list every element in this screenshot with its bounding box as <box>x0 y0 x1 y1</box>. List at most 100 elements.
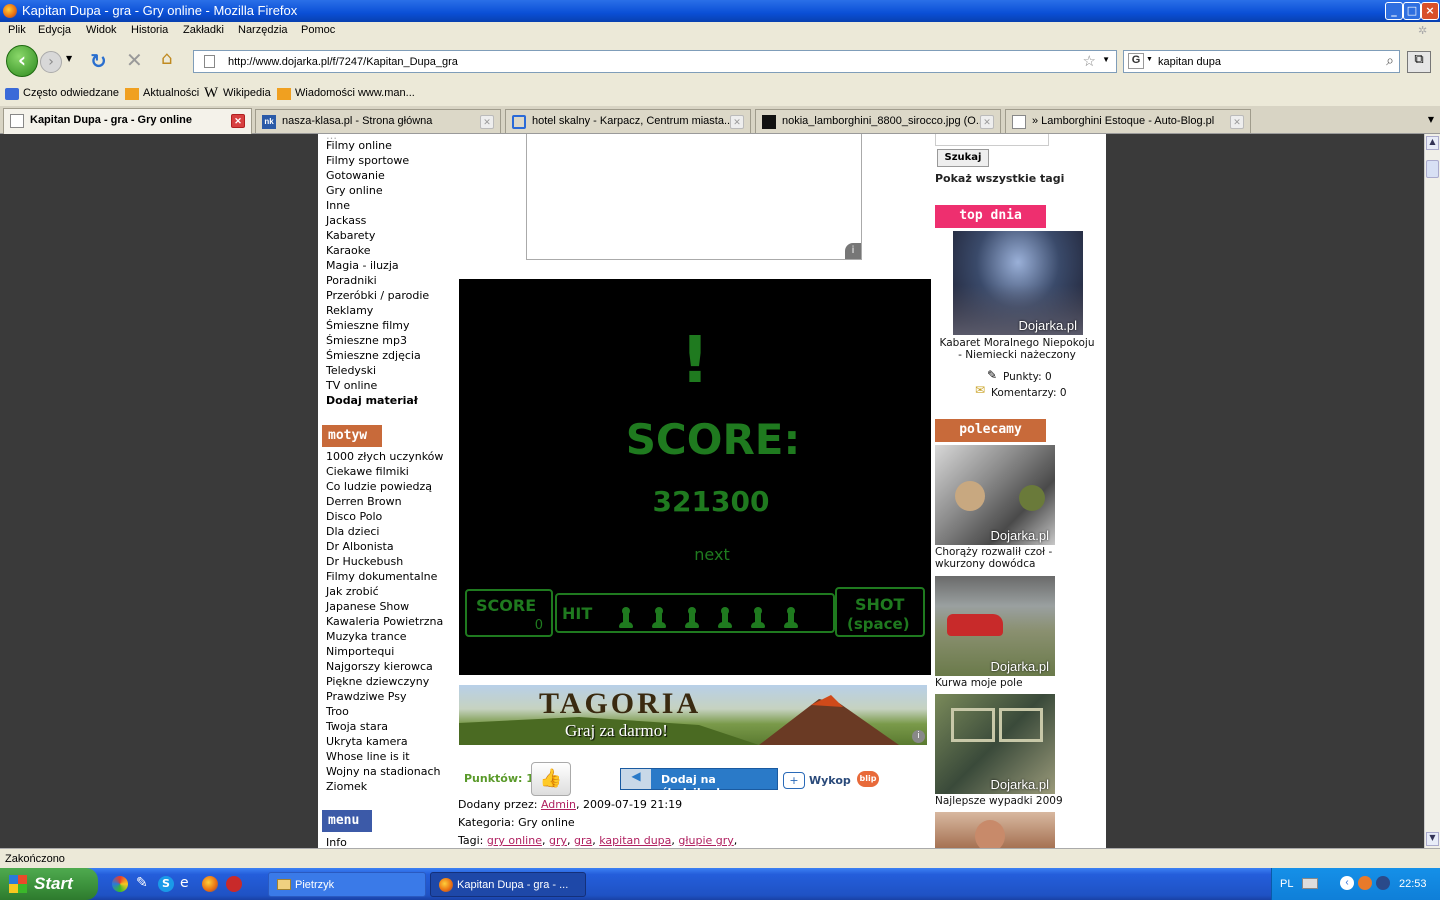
bookmark-item[interactable]: Często odwiedzane <box>23 87 119 99</box>
app-icon[interactable] <box>226 876 242 892</box>
menu-zakladki[interactable]: Zakładki <box>183 24 224 36</box>
motyw-link[interactable]: Dla dzieci <box>326 525 379 538</box>
search-button[interactable]: Szukaj <box>937 149 989 167</box>
tag-link[interactable]: kapitan dupa <box>599 834 671 847</box>
search-engine-icon[interactable]: G <box>1128 53 1144 69</box>
thumbs-up-button[interactable]: 👍 <box>531 762 571 796</box>
category-link[interactable]: Karaoke <box>326 244 371 257</box>
motyw-link[interactable]: 1000 złych uczynków <box>326 450 443 463</box>
menu-pomoc[interactable]: Pomoc <box>301 24 335 36</box>
tag-link[interactable]: głupie gry <box>678 834 733 847</box>
motyw-link[interactable]: Disco Polo <box>326 510 382 523</box>
tag-link[interactable]: gra <box>574 834 592 847</box>
bookmark-item[interactable]: Wiadomości www.man... <box>295 87 415 99</box>
motyw-link[interactable]: Derren Brown <box>326 495 402 508</box>
close-tab-icon[interactable]: ✕ <box>480 115 494 129</box>
rec-thumbnail-4[interactable] <box>935 812 1055 848</box>
search-input[interactable]: G ▼ kapitan dupa ⌕ <box>1123 50 1400 73</box>
category-link[interactable]: Magia - iluzja <box>326 259 399 272</box>
back-button[interactable]: ‹ <box>6 45 38 77</box>
category-link[interactable]: Przeróbki / parodie <box>326 289 429 302</box>
menu-plik[interactable]: Plik <box>8 24 26 36</box>
motyw-link[interactable]: Nimportequi <box>326 645 394 658</box>
chrome-icon[interactable] <box>112 876 128 892</box>
scroll-thumb[interactable] <box>1426 160 1439 178</box>
sledzik-button[interactable]: ◀ Dodaj na śledzik.pl <box>620 768 778 799</box>
motyw-link[interactable]: Troo <box>326 705 349 718</box>
window-titlebar[interactable]: Kapitan Dupa - gra - Gry online - Mozill… <box>0 0 1440 22</box>
category-link[interactable]: Gry online <box>326 184 383 197</box>
tagoria-banner[interactable]: TAGORIA Graj za darmo! i <box>459 685 927 745</box>
close-tab-icon[interactable]: ✕ <box>980 115 994 129</box>
maximize-button[interactable]: □ <box>1403 2 1421 20</box>
ad-frame[interactable]: i <box>526 134 862 260</box>
tray-expand-icon[interactable]: ‹ <box>1340 876 1354 890</box>
menu-edycja[interactable]: Edycja <box>38 24 71 36</box>
category-link[interactable]: Inne <box>326 199 350 212</box>
ad-info-icon[interactable]: i <box>912 730 925 743</box>
motyw-link[interactable]: Wojny na stadionach <box>326 765 441 778</box>
tab-list-icon[interactable]: ▼ <box>1428 115 1434 124</box>
rec-caption-2[interactable]: Kurwa moje pole <box>935 677 1023 689</box>
wykop-plus-icon[interactable]: + <box>783 772 805 789</box>
firefox-launch-icon[interactable] <box>202 876 218 892</box>
category-link[interactable]: TV online <box>326 379 377 392</box>
add-material-link[interactable]: Dodaj materiał <box>326 394 418 407</box>
motyw-link[interactable]: Dr Huckebush <box>326 555 403 568</box>
tag-link[interactable]: gry <box>549 834 567 847</box>
motyw-link[interactable]: Muzyka trance <box>326 630 407 643</box>
category-link[interactable]: Kabarety <box>326 229 375 242</box>
tab-nokia-image[interactable]: nokia_lamborghini_8800_sirocco.jpg (O...… <box>755 109 1001 133</box>
motyw-link[interactable]: Piękne dziewczyny <box>326 675 429 688</box>
motyw-link[interactable]: Ciekawe filmiki <box>326 465 409 478</box>
start-button[interactable]: Start <box>0 868 98 900</box>
category-link[interactable]: Jackass <box>326 214 366 227</box>
search-icon[interactable]: ⌕ <box>1386 52 1394 69</box>
url-bar[interactable]: http://www.dojarka.pl/f/7247/Kapitan_Dup… <box>193 50 1117 73</box>
category-link[interactable]: Śmieszne zdjęcia <box>326 349 421 362</box>
vertical-scrollbar[interactable]: ▲ ▼ <box>1424 134 1440 848</box>
category-link[interactable]: Śmieszne mp3 <box>326 334 407 347</box>
bookmark-item[interactable]: Wikipedia <box>223 87 271 99</box>
close-tab-icon[interactable]: ✕ <box>730 115 744 129</box>
tag-search-input[interactable] <box>935 134 1049 146</box>
close-button[interactable]: × <box>1421 2 1439 20</box>
motyw-link[interactable]: Japanese Show <box>326 600 409 613</box>
motyw-link[interactable]: Co ludzie powiedzą <box>326 480 432 493</box>
game-canvas[interactable]: ! SCORE: 321300 next SCORE 0 HIT SHOT (s… <box>459 279 931 675</box>
motyw-link[interactable]: Ukryta kamera <box>326 735 408 748</box>
menu-link-info[interactable]: Info <box>326 836 347 848</box>
category-link[interactable]: Filmy online <box>326 139 392 152</box>
bookmark-star-icon[interactable]: ☆ <box>1083 52 1096 70</box>
scroll-up-icon[interactable]: ▲ <box>1426 136 1439 150</box>
motyw-link[interactable]: Filmy dokumentalne <box>326 570 437 583</box>
top-video-thumbnail[interactable]: Dojarka.pl <box>953 231 1083 335</box>
blip-icon[interactable]: blip <box>857 771 879 787</box>
bookmark-item[interactable]: Aktualności <box>143 87 199 99</box>
game-next-button[interactable]: next <box>459 545 965 564</box>
tool-icon[interactable]: ✎ <box>136 875 148 891</box>
top-video-caption[interactable]: Kabaret Moralnego Niepokoju - Niemiecki … <box>937 337 1097 361</box>
tab-nasza-klasa[interactable]: nk nasza-klasa.pl - Strona główna ✕ <box>255 109 501 133</box>
tray-app-icon[interactable] <box>1358 876 1372 890</box>
home-icon[interactable]: ⌂ <box>161 48 172 69</box>
category-link[interactable]: Filmy sportowe <box>326 154 409 167</box>
tag-link[interactable]: gry online <box>487 834 542 847</box>
show-all-tags-link[interactable]: Pokaż wszystkie tagi <box>935 172 1064 185</box>
close-tab-icon[interactable]: ✕ <box>231 114 245 128</box>
reload-icon[interactable]: ↻ <box>90 49 107 73</box>
motyw-link[interactable]: Prawdziwe Psy <box>326 690 406 703</box>
rec-thumbnail-3[interactable]: Dojarka.pl <box>935 694 1055 794</box>
rec-thumbnail-2[interactable]: Dojarka.pl <box>935 576 1055 676</box>
keyboard-icon[interactable] <box>1302 878 1318 889</box>
menu-widok[interactable]: Widok <box>86 24 117 36</box>
rec-caption-1[interactable]: Chorąży rozwalił czoł - wkurzony dowódca <box>935 546 1100 570</box>
author-link[interactable]: Admin <box>541 798 576 811</box>
skype-icon[interactable]: S <box>158 876 174 892</box>
taskbar-item-firefox[interactable]: Kapitan Dupa - gra - ... <box>430 872 586 897</box>
forward-button[interactable]: › <box>40 51 62 73</box>
category-link[interactable]: Gotowanie <box>326 169 385 182</box>
clock[interactable]: 22:53 <box>1399 878 1427 890</box>
menu-narzedzia[interactable]: Narzędzia <box>238 24 288 36</box>
category-link[interactable]: Poradniki <box>326 274 377 287</box>
